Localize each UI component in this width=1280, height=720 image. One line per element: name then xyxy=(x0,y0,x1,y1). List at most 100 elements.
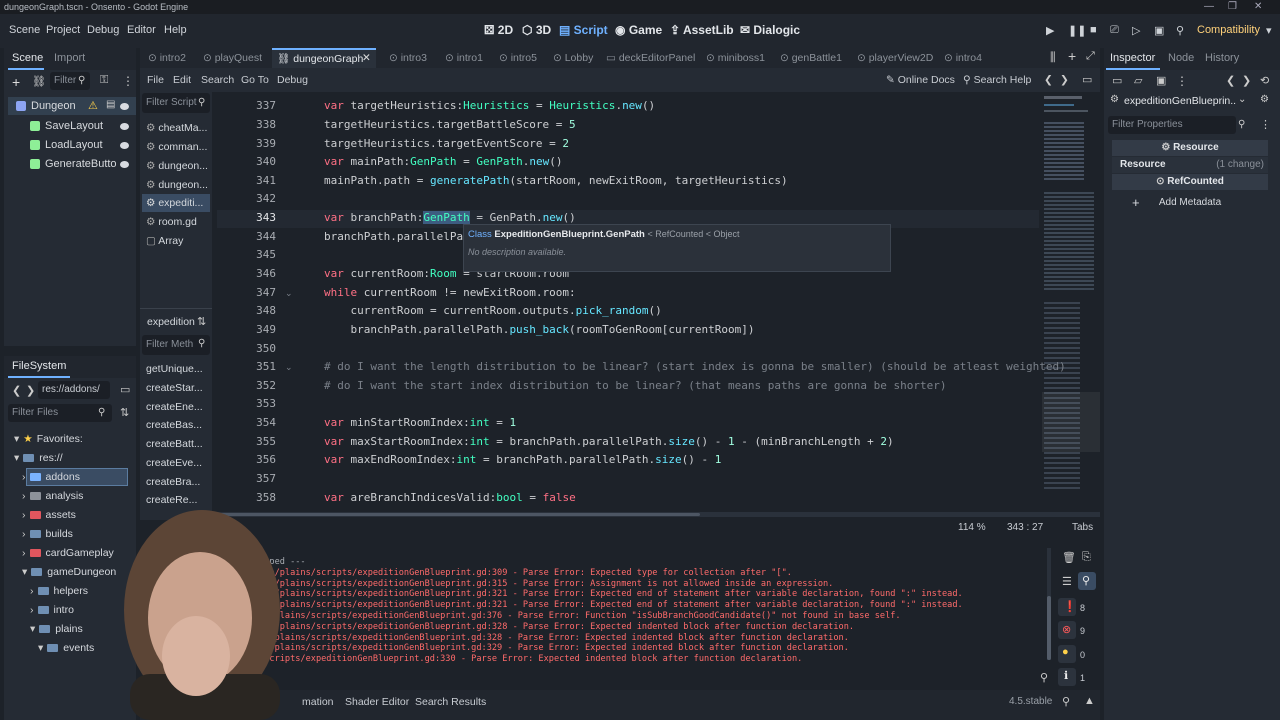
pin-icon[interactable]: ⚲ xyxy=(1062,695,1070,708)
output-line[interactable]: eDungeon/plains/scripts/expeditionGenBlu… xyxy=(228,633,849,643)
script-item[interactable]: ▢ Array xyxy=(146,232,208,250)
tab-node[interactable]: Node xyxy=(1168,52,1194,64)
output-line[interactable]: plains/scripts/expeditionGenBlueprint.gd… xyxy=(228,654,802,664)
toggle-errors-button[interactable]: ⊗ xyxy=(1058,621,1076,639)
favorites-row[interactable]: ▾ ★ Favorites: xyxy=(14,430,83,448)
node-loadLayout[interactable]: LoadLayout xyxy=(30,136,103,154)
node-dungeon[interactable]: Dungeon xyxy=(16,97,76,115)
tab-inspector[interactable]: Inspector xyxy=(1110,52,1155,64)
editor-tab[interactable]: ⊙ intro2 xyxy=(148,52,186,64)
tab-history[interactable]: History xyxy=(1205,52,1239,64)
script-item[interactable]: ⚙ cheatMa... xyxy=(146,119,208,137)
toggle-panel-icon[interactable]: ▭ xyxy=(1082,73,1092,86)
search-toggle-button[interactable]: ⚲ xyxy=(1078,572,1096,590)
editor-tab[interactable]: ⊙ intro5 xyxy=(499,52,537,64)
editor-tab[interactable]: ⊙ intro4 xyxy=(944,52,982,64)
workspace-2d[interactable]: ⚄ 2D xyxy=(484,23,513,37)
inspector-options-icon[interactable]: ⋮ xyxy=(1260,118,1271,131)
output-line[interactable]: meDungeon/plains/scripts/expeditionGenBl… xyxy=(228,600,963,610)
stop-icon[interactable]: ■ xyxy=(1090,24,1097,36)
script-item[interactable]: ⚙ comman... xyxy=(146,138,208,156)
scene-menu-icon[interactable]: ⋮ xyxy=(122,74,134,88)
method-item[interactable]: createBatt... xyxy=(146,435,208,453)
folder-events[interactable]: ▾ events xyxy=(38,639,94,657)
minimize-icon[interactable]: — xyxy=(1204,0,1214,14)
add-node-icon[interactable]: + xyxy=(12,74,20,90)
visibility-eye-icon[interactable] xyxy=(120,161,129,168)
method-item[interactable]: createEne... xyxy=(146,398,208,416)
output-line[interactable]: eDungeon/plains/scripts/expeditionGenBlu… xyxy=(228,611,901,621)
resource-name[interactable]: expeditionGenBlueprin... xyxy=(1124,95,1236,107)
tool-icon[interactable]: ⚙ xyxy=(1260,94,1269,105)
node-generateButton[interactable]: GenerateButto xyxy=(30,155,117,173)
scene-tree-tools-icon[interactable]: ⚿ xyxy=(100,74,108,87)
resource-section-header[interactable]: ⚙ Resource xyxy=(1112,140,1268,156)
tab-scene[interactable]: Scene xyxy=(12,52,43,64)
copy-output-icon[interactable]: ⎘ xyxy=(1082,551,1091,564)
maximize-icon[interactable]: ❐ xyxy=(1228,0,1237,14)
link-icon[interactable]: ⛓ xyxy=(32,75,46,88)
tooltip-class-name[interactable]: ExpeditionGenBlueprint.GenPath xyxy=(494,229,644,240)
distraction-free-icon[interactable]: ⤢ xyxy=(1086,50,1095,63)
editor-tab[interactable]: ⊙ miniboss1 xyxy=(706,52,765,64)
script-menu-search[interactable]: Search xyxy=(201,74,234,86)
res-root-row[interactable]: ▾ res:// xyxy=(14,449,63,467)
menu-editor[interactable]: Editor xyxy=(127,24,156,36)
menu-scene[interactable]: Scene xyxy=(9,24,40,36)
output-line[interactable]: meDungeon/plains/scripts/expeditionGenBl… xyxy=(228,568,792,578)
folder-addons[interactable]: › addons xyxy=(22,468,80,486)
tab-shader-editor[interactable]: Shader Editor xyxy=(345,696,409,708)
history-back-icon[interactable]: ❮ xyxy=(1226,74,1235,87)
output-line[interactable]: meDungeon/plains/scripts/expeditionGenBl… xyxy=(228,589,963,599)
folder-helpers[interactable]: › helpers xyxy=(30,582,88,600)
renderer-chevron-icon[interactable]: ▾ xyxy=(1266,24,1272,37)
script-menu-edit[interactable]: Edit xyxy=(173,74,191,86)
script-icon[interactable]: ▤ xyxy=(106,99,115,110)
folder-plains[interactable]: ▾ plains xyxy=(30,620,83,638)
editor-tab[interactable]: ⊙ playQuest xyxy=(203,52,262,64)
play-custom-icon[interactable]: ▣ xyxy=(1154,24,1164,37)
script-item[interactable]: ⚙ dungeon... xyxy=(146,176,208,194)
save-resource-icon[interactable]: ▣ xyxy=(1156,74,1166,87)
workspace-assetlib[interactable]: ⇪ AssetLib xyxy=(670,23,734,37)
visibility-eye-icon[interactable] xyxy=(120,103,129,110)
search-help-button[interactable]: ⚲ Search Help xyxy=(963,74,1031,86)
minimap[interactable] xyxy=(1042,92,1100,512)
history-forward-icon[interactable]: ❯ xyxy=(1242,74,1251,87)
script-item[interactable]: ⚙ room.gd xyxy=(146,213,208,231)
script-item-active[interactable]: ⚙ expediti... xyxy=(146,194,208,212)
filter-lines-icon[interactable]: ☰ xyxy=(1062,575,1072,588)
workspace-dialogic[interactable]: ✉ Dialogic xyxy=(740,23,800,37)
indent-mode[interactable]: Tabs xyxy=(1072,522,1093,533)
workspace-script[interactable]: ▤ Script xyxy=(559,23,608,37)
warning-icon[interactable]: ⚠ xyxy=(88,99,98,112)
play-icon[interactable]: ▶ xyxy=(1046,24,1054,37)
close-icon[interactable]: ✕ xyxy=(1254,0,1262,14)
node-saveLayout[interactable]: SaveLayout xyxy=(30,117,103,135)
toggle-info-button[interactable]: ℹ xyxy=(1058,668,1076,686)
path-input[interactable]: res://addons/ xyxy=(38,381,110,399)
new-resource-icon[interactable]: ▭ xyxy=(1112,74,1122,87)
editor-tab-active[interactable]: ⛓ dungeonGraph xyxy=(277,52,363,65)
fold-arrow-icon[interactable]: ⌄ xyxy=(285,288,293,299)
output-line[interactable]: meDungeon/plains/scripts/expeditionGenBl… xyxy=(228,579,833,589)
method-item[interactable]: createBas... xyxy=(146,416,208,434)
folder-intro[interactable]: › intro xyxy=(30,601,74,619)
minimap-viewport[interactable] xyxy=(1042,392,1100,452)
folder-builds[interactable]: › builds xyxy=(22,525,73,543)
toggle-messages-button[interactable]: ❗ xyxy=(1058,598,1077,616)
close-tab-icon[interactable]: ✕ xyxy=(362,52,371,64)
sort-methods-icon[interactable]: ⇅ xyxy=(197,315,206,328)
script-menu-file[interactable]: File xyxy=(147,74,164,86)
method-item[interactable]: createEve... xyxy=(146,454,208,472)
object-history-icon[interactable]: ⟲ xyxy=(1260,74,1269,87)
editor-tab[interactable]: ▭ deckEditorPanel xyxy=(606,52,695,64)
refcounted-section-header[interactable]: ⊙ RefCounted xyxy=(1112,174,1268,190)
tab-list-icon[interactable]: ⫼ xyxy=(1050,50,1056,65)
tab-search-results[interactable]: Search Results xyxy=(415,696,486,708)
script-menu-goto[interactable]: Go To xyxy=(241,74,269,86)
output-line[interactable]: eDungeon/plains/scripts/expeditionGenBlu… xyxy=(228,643,849,653)
chevron-down-icon[interactable]: ⌄ xyxy=(1238,94,1246,105)
tab-import[interactable]: Import xyxy=(54,52,85,64)
zoom-level[interactable]: 114 % xyxy=(958,522,986,533)
